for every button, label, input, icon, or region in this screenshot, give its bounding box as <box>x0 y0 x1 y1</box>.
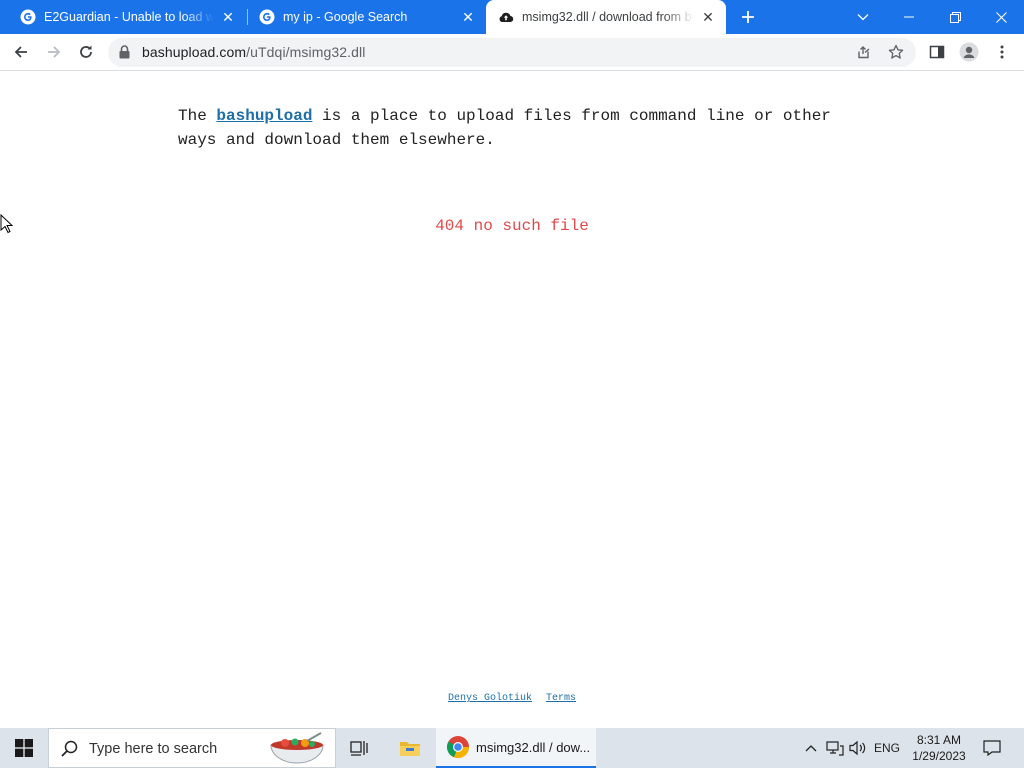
tab-title: E2Guardian - Unable to load web <box>44 10 214 24</box>
mouse-pointer-icon <box>0 213 14 239</box>
input-language-indicator[interactable]: ENG <box>872 728 902 768</box>
taskbar-chrome-label: msimg32.dll / dow... <box>476 739 591 755</box>
chrome-logo-icon <box>446 735 470 759</box>
search-placeholder: Type here to search <box>89 741 218 757</box>
bookmark-star-icon[interactable] <box>888 44 904 65</box>
bashupload-link[interactable]: bashupload <box>216 107 312 125</box>
tab-e2guardian[interactable]: E2Guardian - Unable to load web ✕ <box>8 0 246 34</box>
page-content: The bashupload is a place to upload file… <box>0 71 1024 728</box>
google-g-icon <box>20 9 36 25</box>
tab-title: my ip - Google Search <box>283 10 408 24</box>
reload-button[interactable] <box>73 39 99 65</box>
close-tab-icon[interactable]: ✕ <box>698 7 718 27</box>
system-clock[interactable]: 8:31 AM 1/29/2023 <box>904 732 974 764</box>
clock-time: 8:31 AM <box>916 733 962 747</box>
search-icon <box>61 740 78 762</box>
notifications-icon[interactable] <box>980 728 1004 768</box>
task-view-icon[interactable] <box>340 728 380 768</box>
tab-strip: E2Guardian - Unable to load web ✕ my ip … <box>0 0 1024 34</box>
clock-date: 1/29/2023 <box>912 749 966 763</box>
back-button[interactable] <box>8 39 34 65</box>
food-bowl-illustration-icon <box>267 731 327 772</box>
tab-bashupload[interactable]: msimg32.dll / download from bashupload ✕ <box>486 0 726 34</box>
close-window-button[interactable] <box>978 0 1024 34</box>
url-host: bashupload.com <box>142 44 247 60</box>
windows-logo-icon <box>15 739 33 757</box>
network-icon[interactable] <box>824 728 846 768</box>
url-text: bashupload.com/uTdqi/msimg32.dll <box>142 44 365 60</box>
browser-toolbar: bashupload.com/uTdqi/msimg32.dll <box>0 34 1024 71</box>
intro-text: The bashupload is a place to upload file… <box>178 104 848 152</box>
profile-avatar-icon[interactable] <box>956 39 982 65</box>
taskbar-search-box[interactable]: Type here to search <box>48 728 336 768</box>
file-explorer-icon[interactable] <box>390 728 430 768</box>
address-bar[interactable]: bashupload.com/uTdqi/msimg32.dll <box>108 38 916 67</box>
google-g-icon <box>259 9 275 25</box>
kebab-menu-icon[interactable] <box>989 39 1015 65</box>
forward-button[interactable] <box>41 39 67 65</box>
upload-cloud-icon <box>498 9 514 25</box>
start-button[interactable] <box>0 728 48 768</box>
author-link[interactable]: Denys Golotiuk <box>448 693 532 704</box>
share-icon[interactable] <box>856 44 872 65</box>
windows-taskbar: Type here to search msimg32.dll / dow...… <box>0 728 1024 768</box>
close-tab-icon[interactable]: ✕ <box>458 7 478 27</box>
intro-lead: The <box>178 107 217 125</box>
new-tab-button[interactable] <box>736 5 760 29</box>
tab-google-search[interactable]: my ip - Google Search ✕ <box>247 0 486 34</box>
side-panel-icon[interactable] <box>924 39 950 65</box>
minimize-button[interactable] <box>886 0 932 34</box>
show-hidden-icons-chevron-icon[interactable] <box>800 728 822 768</box>
volume-icon[interactable] <box>847 728 869 768</box>
url-path: /uTdqi/msimg32.dll <box>246 44 366 60</box>
restore-button[interactable] <box>932 0 978 34</box>
tab-title: msimg32.dll / download from bashupload <box>522 10 694 24</box>
taskbar-chrome-window[interactable]: msimg32.dll / dow... <box>436 728 596 768</box>
tab-search-chevron-icon[interactable] <box>840 0 886 34</box>
lock-icon[interactable] <box>119 45 130 64</box>
close-tab-icon[interactable]: ✕ <box>218 7 238 27</box>
terms-link[interactable]: Terms <box>546 693 576 704</box>
page-footer: Denys Golotiuk Terms <box>0 693 1024 704</box>
error-message: 404 no such file <box>435 217 589 235</box>
